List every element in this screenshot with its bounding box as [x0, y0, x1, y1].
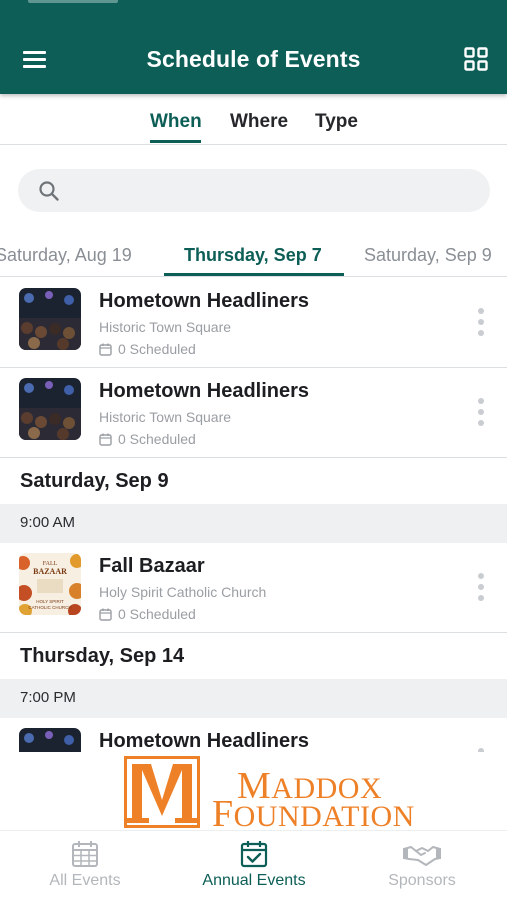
event-venue: Historic Town Square: [99, 409, 232, 425]
time-header: 9:00 AM: [0, 504, 507, 543]
scheduled-label: 0 Scheduled: [118, 606, 196, 622]
tab-type[interactable]: Type: [315, 111, 358, 133]
event-thumbnail: [19, 728, 81, 752]
event-title: Hometown Headliners: [99, 380, 310, 402]
tab-indicator: [150, 140, 201, 143]
event-title: Hometown Headliners: [99, 730, 310, 752]
event-scheduled-count: 0 Scheduled: [99, 431, 196, 447]
poster-text: BAZAAR: [33, 567, 67, 576]
more-options-icon[interactable]: [474, 398, 488, 432]
date-tab-indicator: [164, 273, 344, 276]
status-bar-remnant: [28, 0, 118, 3]
grid-view-icon[interactable]: [464, 47, 490, 73]
time-header: 7:00 PM: [0, 679, 507, 718]
event-list: Hometown Headliners Historic Town Square…: [0, 278, 507, 752]
event-row[interactable]: FALL BAZAAR HOLY SPIRIT CATHOLIC CHURCH …: [0, 543, 507, 633]
date-tab-sep-7[interactable]: Thursday, Sep 7: [184, 245, 322, 266]
event-thumbnail: FALL BAZAAR HOLY SPIRIT CATHOLIC CHURCH: [19, 553, 81, 615]
calendar-icon: [99, 433, 112, 446]
event-scheduled-count: 0 Scheduled: [99, 606, 196, 622]
poster-text: CATHOLIC CHURCH: [28, 605, 71, 610]
nav-sponsors[interactable]: Sponsors: [347, 839, 497, 890]
tab-when[interactable]: When: [150, 111, 202, 133]
day-header: Saturday, Sep 9: [0, 458, 507, 504]
search-icon: [39, 181, 59, 201]
sponsor-banner[interactable]: MADDOX FOUNDATION: [0, 752, 507, 835]
date-tabs: Saturday, Aug 19 Thursday, Sep 7 Saturda…: [0, 230, 507, 277]
handshake-icon: [403, 846, 441, 866]
event-row[interactable]: Hometown Headliners Historic Town Square…: [0, 278, 507, 368]
event-title: Hometown Headliners: [99, 290, 310, 312]
bottom-nav: All Events Annual Events Sponsors: [0, 830, 507, 900]
more-options-icon[interactable]: [474, 573, 488, 607]
page-title: Schedule of Events: [146, 46, 361, 72]
scheduled-label: 0 Scheduled: [118, 431, 196, 447]
maddox-logo-mark: [124, 756, 200, 828]
date-tab-sep-9[interactable]: Saturday, Sep 9: [364, 245, 492, 266]
filter-tabs: When Where Type: [0, 94, 507, 145]
tab-where[interactable]: Where: [230, 111, 288, 133]
calendar-icon: [99, 608, 112, 621]
date-tab-aug-19[interactable]: Saturday, Aug 19: [0, 245, 132, 266]
calendar-grid-icon: [72, 841, 98, 867]
app-bar: Schedule of Events: [0, 0, 507, 94]
event-venue: Holy Spirit Catholic Church: [99, 584, 267, 600]
nav-label: Annual Events: [202, 872, 306, 889]
event-row[interactable]: Hometown Headliners Historic Town Square…: [0, 368, 507, 458]
nav-label: Sponsors: [388, 872, 456, 889]
calendar-check-icon: [240, 841, 268, 868]
calendar-icon: [99, 343, 112, 356]
scheduled-label: 0 Scheduled: [118, 341, 196, 357]
nav-all-events[interactable]: All Events: [10, 839, 160, 890]
event-title: Fall Bazaar: [99, 555, 205, 577]
nav-label: All Events: [49, 872, 121, 889]
day-header: Thursday, Sep 14: [0, 633, 507, 679]
event-scheduled-count: 0 Scheduled: [99, 341, 196, 357]
event-thumbnail: [19, 378, 81, 440]
event-thumbnail: [19, 288, 81, 350]
event-venue: Historic Town Square: [99, 319, 232, 335]
event-row[interactable]: Hometown Headliners: [0, 718, 507, 752]
more-options-icon[interactable]: [474, 308, 488, 342]
search-input[interactable]: [18, 169, 490, 212]
poster-text: HOLY SPIRIT: [36, 599, 64, 604]
nav-annual-events[interactable]: Annual Events: [179, 839, 329, 890]
